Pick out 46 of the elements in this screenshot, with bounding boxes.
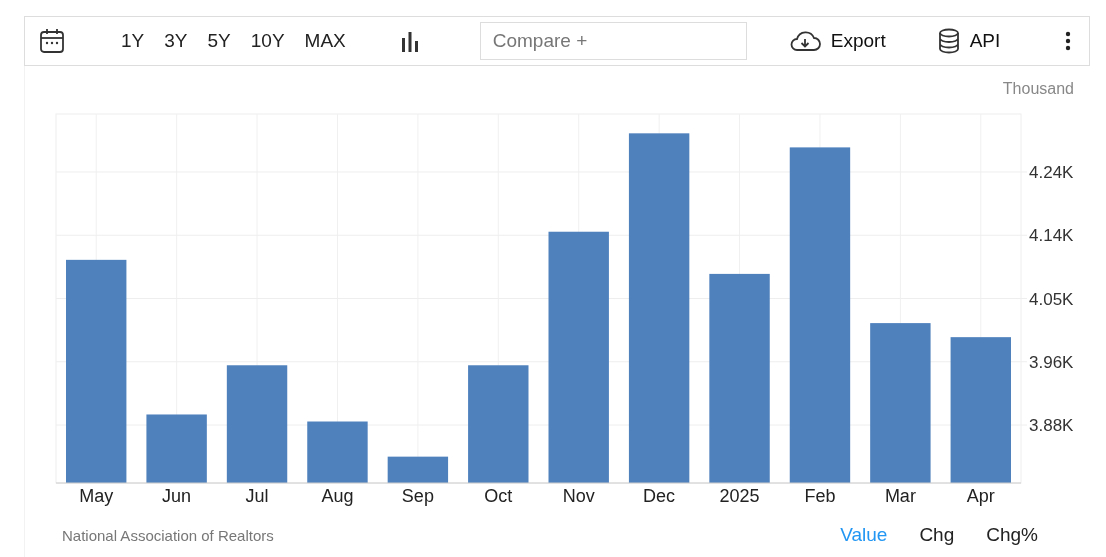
bar[interactable]: [548, 231, 609, 483]
bar[interactable]: [66, 259, 127, 483]
range-tab[interactable]: 3Y: [156, 26, 196, 56]
unit-label: Thousand: [1002, 80, 1074, 98]
bar[interactable]: [628, 133, 690, 483]
source-text: National Association of Realtors: [62, 526, 274, 544]
range-tab[interactable]: 5Y: [199, 26, 239, 56]
axis-label: 4.05K: [1029, 289, 1074, 309]
export-button[interactable]: Export: [782, 26, 892, 56]
axis-label: Oct: [484, 486, 513, 506]
bar[interactable]: [870, 323, 931, 483]
database-icon: [937, 28, 960, 54]
axis-label: 4.14K: [1029, 226, 1074, 246]
axis-label: Apr: [966, 486, 995, 506]
view-tab[interactable]: Chg: [907, 522, 967, 548]
axis-label: May: [79, 486, 114, 506]
axis-label: Mar: [884, 486, 916, 506]
bar[interactable]: [307, 421, 368, 483]
cloud-download-icon: [788, 30, 821, 52]
bar[interactable]: [709, 273, 770, 483]
bar[interactable]: [387, 456, 449, 483]
range-tab[interactable]: 1Y: [113, 26, 153, 56]
axis-label: Feb: [804, 486, 836, 506]
range-tab[interactable]: 10Y: [242, 26, 293, 56]
bar[interactable]: [226, 365, 288, 483]
bar[interactable]: [950, 337, 1011, 483]
axis-label: 2025: [719, 486, 760, 506]
bar[interactable]: [468, 365, 529, 483]
calendar-icon[interactable]: [39, 28, 65, 54]
axis-label: 4.24K: [1029, 163, 1074, 182]
more-icon[interactable]: [1065, 31, 1071, 51]
axis-label: Jul: [245, 486, 269, 506]
range-tab[interactable]: MAX: [296, 26, 354, 56]
api-button[interactable]: API: [931, 24, 1007, 58]
axis-label: Aug: [321, 486, 354, 506]
bar[interactable]: [789, 147, 851, 483]
axis-label: Nov: [562, 486, 595, 506]
axis-label: 3.96K: [1029, 352, 1074, 372]
bar-chart-icon[interactable]: [399, 30, 420, 52]
axis-label: Sep: [401, 486, 434, 506]
axis-label: Dec: [643, 486, 676, 506]
view-tab[interactable]: Chg%: [974, 522, 1050, 548]
axis-label: 3.88K: [1029, 416, 1074, 435]
compare-field[interactable]: Compare +: [479, 22, 747, 60]
bar[interactable]: [146, 414, 207, 483]
axis-label: Jun: [162, 486, 192, 506]
